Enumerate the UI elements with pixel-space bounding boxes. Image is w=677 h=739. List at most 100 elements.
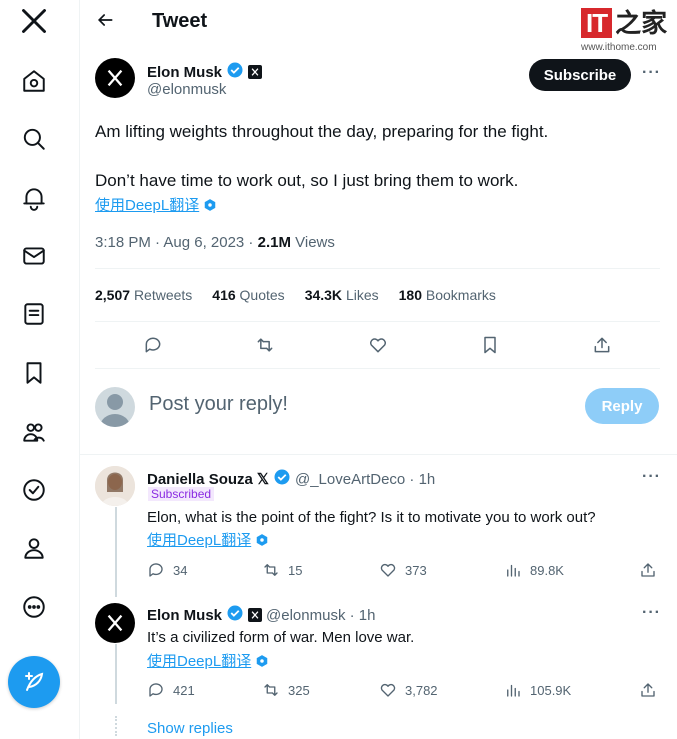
more-options-icon[interactable]: ··· bbox=[642, 604, 661, 622]
views-count: 89.8K bbox=[530, 562, 564, 578]
translate-label[interactable]: 使用DeepL翻译 bbox=[147, 529, 251, 550]
divider bbox=[95, 368, 660, 369]
author-name-row[interactable]: Elon Musk bbox=[147, 61, 263, 83]
translate-link[interactable]: 使用DeepL翻译 bbox=[147, 529, 269, 550]
deepl-icon bbox=[256, 654, 268, 667]
more-options-icon[interactable]: ··· bbox=[642, 468, 661, 486]
watermark-logo-it: IT bbox=[581, 8, 613, 38]
reply-author-row: Elon Musk @elonmusk · 1h bbox=[147, 604, 375, 626]
verified-badge-icon bbox=[273, 468, 291, 490]
thread-dots bbox=[115, 716, 119, 736]
avatar[interactable] bbox=[95, 387, 135, 427]
reply-action[interactable]: 34 bbox=[147, 561, 187, 579]
profile-icon[interactable] bbox=[20, 534, 48, 562]
retweet-icon bbox=[264, 684, 278, 696]
watermark-url: www.ithome.com bbox=[581, 42, 657, 53]
subscribed-badge: Subscribed bbox=[148, 487, 215, 501]
reply-author-handle[interactable]: @_LoveArtDeco · 1h bbox=[295, 471, 435, 488]
compose-button[interactable] bbox=[8, 656, 60, 708]
author-handle[interactable]: @elonmusk bbox=[147, 81, 226, 98]
translate-label[interactable]: 使用DeepL翻译 bbox=[95, 194, 199, 215]
thread-line bbox=[115, 644, 117, 704]
like-icon bbox=[380, 563, 396, 577]
messages-icon[interactable] bbox=[20, 242, 48, 270]
reply-author-handle[interactable]: @elonmusk · 1h bbox=[266, 607, 375, 624]
retweet-count: 325 bbox=[288, 682, 310, 698]
share-action[interactable] bbox=[639, 681, 657, 699]
views-count: 105.9K bbox=[530, 682, 572, 698]
reply-icon[interactable] bbox=[143, 335, 165, 357]
page-title: Tweet bbox=[152, 10, 208, 32]
main-column: Tweet IT 之家 www.ithome.com Elon Musk @el… bbox=[80, 0, 677, 739]
avatar[interactable] bbox=[95, 603, 135, 643]
tweet-time[interactable]: 3:18 PM · Aug 6, 2023 · bbox=[95, 234, 258, 251]
bookmark-icon[interactable] bbox=[480, 335, 502, 357]
reply-action[interactable]: 421 bbox=[147, 681, 195, 699]
retweet-action[interactable]: 325 bbox=[262, 681, 310, 699]
x-affiliate-icon bbox=[248, 65, 263, 79]
views-action[interactable]: 105.9K bbox=[504, 681, 571, 699]
x-affiliate-icon bbox=[248, 608, 263, 622]
like-action[interactable]: 373 bbox=[379, 561, 427, 579]
ithome-watermark: IT 之家 www.ithome.com bbox=[581, 8, 671, 62]
reply-author-name[interactable]: Daniella Souza bbox=[147, 471, 253, 488]
reply-input[interactable]: Post your reply! bbox=[149, 393, 288, 416]
share-icon bbox=[641, 563, 655, 577]
tweet-text-line-1: Am lifting weights throughout the day, p… bbox=[95, 122, 549, 141]
verified-badge-icon bbox=[226, 604, 244, 626]
bookmarks-icon[interactable] bbox=[20, 359, 48, 387]
lists-icon[interactable] bbox=[20, 300, 48, 328]
retweet-icon bbox=[264, 564, 278, 576]
reply-author-name[interactable]: Elon Musk bbox=[147, 607, 222, 624]
x-logo-icon bbox=[107, 614, 123, 632]
likes-stat[interactable]: 34.3K Likes bbox=[305, 287, 379, 303]
reply-count: 34 bbox=[173, 562, 188, 578]
reply-text: Elon, what is the point of the fight? Is… bbox=[147, 509, 596, 526]
reply-button[interactable]: Reply bbox=[585, 388, 659, 424]
share-action[interactable] bbox=[639, 561, 657, 579]
x-logo-icon[interactable] bbox=[20, 7, 48, 35]
show-replies-link[interactable]: Show replies bbox=[147, 720, 233, 737]
verified-badge-icon bbox=[226, 61, 244, 83]
tweet-stats: 2,507 Retweets 416 Quotes 34.3K Likes 18… bbox=[95, 287, 496, 303]
share-icon bbox=[641, 683, 655, 697]
avatar[interactable] bbox=[95, 58, 135, 98]
back-arrow-icon[interactable] bbox=[95, 10, 117, 32]
tweet-timestamp: 3:18 PM · Aug 6, 2023 · 2.1M Views bbox=[95, 234, 335, 251]
subscribe-button[interactable]: Subscribe bbox=[529, 59, 631, 91]
retweets-stat[interactable]: 2,507 Retweets bbox=[95, 287, 192, 303]
retweet-icon[interactable] bbox=[255, 335, 277, 357]
retweet-action[interactable]: 15 bbox=[262, 561, 302, 579]
reply-icon bbox=[149, 563, 163, 577]
bookmarks-stat[interactable]: 180 Bookmarks bbox=[399, 287, 496, 303]
avatar[interactable] bbox=[95, 466, 135, 506]
views-icon bbox=[507, 684, 520, 697]
thread-line bbox=[115, 507, 117, 597]
deepl-icon bbox=[256, 533, 268, 546]
like-count: 3,782 bbox=[405, 682, 438, 698]
divider bbox=[95, 321, 660, 322]
explore-icon[interactable] bbox=[20, 125, 48, 153]
sidebar bbox=[0, 0, 80, 739]
author-name[interactable]: Elon Musk bbox=[147, 64, 222, 81]
like-action[interactable]: 3,782 bbox=[379, 681, 438, 699]
like-icon bbox=[380, 683, 396, 697]
views-action[interactable]: 89.8K bbox=[504, 561, 564, 579]
more-options-icon[interactable]: ··· bbox=[642, 64, 661, 82]
reply-count: 421 bbox=[173, 682, 195, 698]
more-icon[interactable] bbox=[20, 593, 48, 621]
communities-icon[interactable] bbox=[20, 418, 48, 446]
home-icon[interactable] bbox=[20, 67, 48, 95]
quotes-stat[interactable]: 416 Quotes bbox=[212, 287, 284, 303]
reply-text: It’s a civilized form of war. Men love w… bbox=[147, 629, 415, 646]
verified-orgs-icon[interactable] bbox=[20, 476, 48, 504]
like-icon[interactable] bbox=[368, 335, 390, 357]
translate-link[interactable]: 使用DeepL翻译 bbox=[95, 194, 217, 215]
translate-label[interactable]: 使用DeepL翻译 bbox=[147, 650, 251, 671]
notifications-icon[interactable] bbox=[20, 184, 48, 212]
watermark-logo-zh: 之家 bbox=[615, 8, 668, 38]
translate-link[interactable]: 使用DeepL翻译 bbox=[147, 650, 269, 671]
reply-icon bbox=[149, 683, 163, 697]
share-icon[interactable] bbox=[592, 335, 614, 357]
like-count: 373 bbox=[405, 562, 427, 578]
